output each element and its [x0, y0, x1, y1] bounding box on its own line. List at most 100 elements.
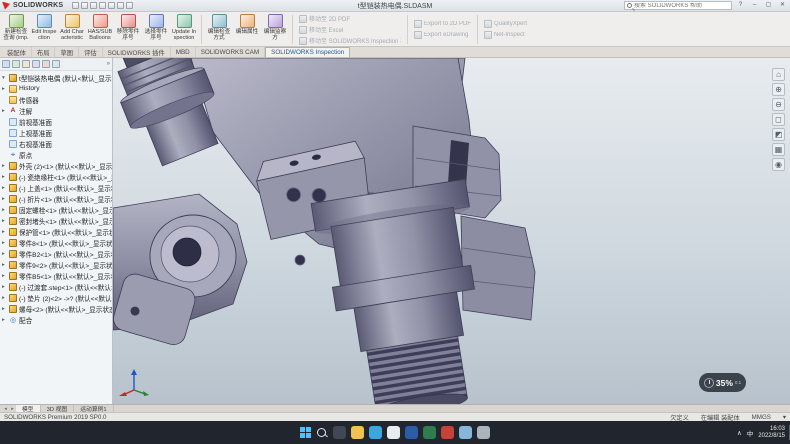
view-tool-icon[interactable]: ⊖ — [772, 98, 785, 111]
ribbon-button[interactable]: Update Inspection — [170, 13, 198, 46]
expand-arrow-icon[interactable]: ▾ — [2, 75, 7, 81]
expand-arrow-icon[interactable]: ▸ — [2, 163, 7, 169]
tree-item[interactable]: 前视基准面 — [0, 116, 112, 127]
qat-icon[interactable] — [90, 2, 97, 9]
tray-expand-icon[interactable]: ∧ — [737, 429, 742, 437]
tree-item[interactable]: ▸ 螺母<2> (默认<<默认>_显示状态 1>) — [0, 303, 112, 314]
help-search-box[interactable] — [624, 1, 732, 10]
expand-arrow-icon[interactable]: ▸ — [2, 207, 7, 213]
qat-icon[interactable] — [72, 2, 79, 9]
feature-tree-tab-icon[interactable] — [2, 60, 10, 68]
tree-item[interactable]: ▸ History — [0, 83, 112, 94]
view-tool-icon[interactable]: ◻ — [772, 113, 785, 126]
view-tool-icon[interactable]: ⊕ — [772, 83, 785, 96]
command-tab[interactable]: 装配体 — [2, 47, 32, 57]
qat-icon[interactable] — [117, 2, 124, 9]
view-tool-icon[interactable]: ◩ — [772, 128, 785, 141]
expand-arrow-icon[interactable]: ▸ — [2, 86, 7, 92]
start-button[interactable] — [300, 427, 311, 438]
document-tab[interactable]: 运动算例1 — [74, 405, 113, 412]
status-item[interactable]: ▾ — [783, 414, 786, 421]
command-tab[interactable]: SOLIDWORKS 插件 — [103, 47, 171, 57]
tree-item[interactable]: ▸ (-) 折片<1> (默认<<默认>_显示状态 1>) — [0, 193, 112, 204]
tree-item[interactable]: 传感器 — [0, 94, 112, 105]
tree-item[interactable]: 右视基准面 — [0, 138, 112, 149]
expand-arrow-icon[interactable]: ▸ — [2, 251, 7, 257]
document-tab[interactable]: 模型 — [16, 405, 41, 412]
command-tab[interactable]: SOLIDWORKS Inspection — [265, 47, 350, 57]
expand-arrow-icon[interactable]: ▸ — [2, 196, 7, 202]
qat-icon[interactable] — [99, 2, 106, 9]
expand-arrow-icon[interactable]: ▸ — [2, 262, 7, 268]
taskbar-app-icon[interactable] — [477, 426, 490, 439]
ribbon-button[interactable]: 编辑检查方式 — [205, 13, 233, 46]
ribbon-button[interactable]: 选择零件序号 — [142, 13, 170, 46]
tree-item[interactable]: ▸ 零件9<2> (默认<<默认>_显示状态 1>) — [0, 259, 112, 270]
taskbar-search-icon[interactable] — [316, 427, 328, 439]
ribbon-button[interactable]: 编辑属性 — [233, 13, 261, 46]
expand-arrow-icon[interactable]: ▸ — [2, 273, 7, 279]
expand-arrow-icon[interactable]: ▸ — [2, 317, 7, 323]
ribbon-button[interactable]: Add Characteristic — [58, 13, 86, 46]
tree-item[interactable]: ▸ 固定螺栓<1> (默认<<默认>_显示状态 1>) — [0, 204, 112, 215]
expand-arrow-icon[interactable]: ▸ — [2, 284, 7, 290]
taskbar-app-icon[interactable] — [387, 426, 400, 439]
taskbar-app-icon[interactable] — [351, 426, 364, 439]
panel-chevron-icon[interactable]: » — [107, 61, 110, 67]
tree-item[interactable]: 原点 — [0, 149, 112, 160]
command-tab[interactable]: SOLIDWORKS CAM — [196, 47, 265, 57]
tree-item[interactable]: ▸ 配合 — [0, 314, 112, 325]
tree-item[interactable]: ▸ (-) 瓷绝缘柱<1> (默认<<默认>_显示状态 — [0, 171, 112, 182]
tree-item[interactable]: ▸ 零件B5<1> (默认<<默认>_显示状态 1>) — [0, 270, 112, 281]
help-button[interactable]: ? — [735, 1, 746, 10]
tab-scroll-left-icon[interactable]: ◂ — [2, 405, 9, 412]
search-input[interactable] — [634, 3, 724, 9]
document-tab[interactable]: 3D 视图 — [41, 405, 75, 412]
command-tab[interactable]: MBD — [171, 47, 196, 57]
cad-model-thermocouple-assembly[interactable] — [113, 58, 790, 404]
property-manager-tab-icon[interactable] — [12, 60, 20, 68]
maximize-button[interactable]: ▢ — [763, 1, 774, 10]
tree-item[interactable]: ▸ 注解 — [0, 105, 112, 116]
tree-item[interactable]: ▸ 外壳 (2)<1> (默认<<默认>_显示状态 1>) — [0, 160, 112, 171]
expand-arrow-icon[interactable]: ▸ — [2, 306, 7, 312]
ribbon-button[interactable]: 新建检查查询 (imp.N) — [2, 13, 30, 46]
close-button[interactable]: ✕ — [777, 1, 788, 10]
tree-item[interactable]: ▾ t型铠装热电偶 (默认<默认_显示状态-1>) — [0, 72, 112, 83]
ribbon-button[interactable]: HAS/SUB Balloons — [86, 13, 114, 46]
qat-icon[interactable] — [81, 2, 88, 9]
expand-arrow-icon[interactable]: ▸ — [2, 295, 7, 301]
tab-scroll-right-icon[interactable]: ▸ — [9, 405, 16, 412]
taskbar-app-icon[interactable] — [333, 426, 346, 439]
graphics-viewport[interactable]: ⌂⊕⊖◻◩▦◉ 35% 0.1 — [113, 58, 790, 404]
ime-indicator[interactable]: 中 — [747, 428, 754, 438]
tree-item[interactable]: ▸ 零件8<1> (默认<<默认>_显示状态 1>) — [0, 237, 112, 248]
taskbar-app-icon[interactable] — [369, 426, 382, 439]
tree-item[interactable]: ▸ 密封堵头<1> (默认<<默认>_显示状态 1>) — [0, 215, 112, 226]
tree-item[interactable]: 上视基准面 — [0, 127, 112, 138]
expand-arrow-icon[interactable]: ▸ — [2, 240, 7, 246]
command-tab[interactable]: 布局 — [32, 47, 56, 57]
display-manager-tab-icon[interactable] — [42, 60, 50, 68]
tree-item[interactable]: ▸ (-) 垫片 (2)<2> ->? (默认<<默认>_显示状 — [0, 292, 112, 303]
expand-arrow-icon[interactable]: ▸ — [2, 229, 7, 235]
view-tool-icon[interactable]: ⌂ — [772, 68, 785, 81]
minimize-button[interactable]: – — [749, 1, 760, 10]
dimxpert-tab-icon[interactable] — [32, 60, 40, 68]
expand-arrow-icon[interactable]: ▸ — [2, 174, 7, 180]
command-tab[interactable]: 评估 — [79, 47, 103, 57]
ribbon-button[interactable]: 编辑监察方 — [261, 13, 289, 46]
tree-item[interactable]: ▸ (-) 过渡套.step<1> (默认<<默认>_显示状 — [0, 281, 112, 292]
qat-icon[interactable] — [126, 2, 133, 9]
expand-arrow-icon[interactable]: ▸ — [2, 218, 7, 224]
view-tool-icon[interactable]: ▦ — [772, 143, 785, 156]
command-tab[interactable]: 草图 — [55, 47, 79, 57]
qat-icon[interactable] — [108, 2, 115, 9]
view-tool-icon[interactable]: ◉ — [772, 158, 785, 171]
taskbar-app-icon[interactable] — [405, 426, 418, 439]
ribbon-button[interactable]: Edit Inspection — [30, 13, 58, 46]
status-item[interactable]: MMGS — [752, 414, 771, 421]
ribbon-button[interactable]: 移除零件序号 — [114, 13, 142, 46]
taskbar-app-icon[interactable] — [423, 426, 436, 439]
configuration-manager-tab-icon[interactable] — [22, 60, 30, 68]
